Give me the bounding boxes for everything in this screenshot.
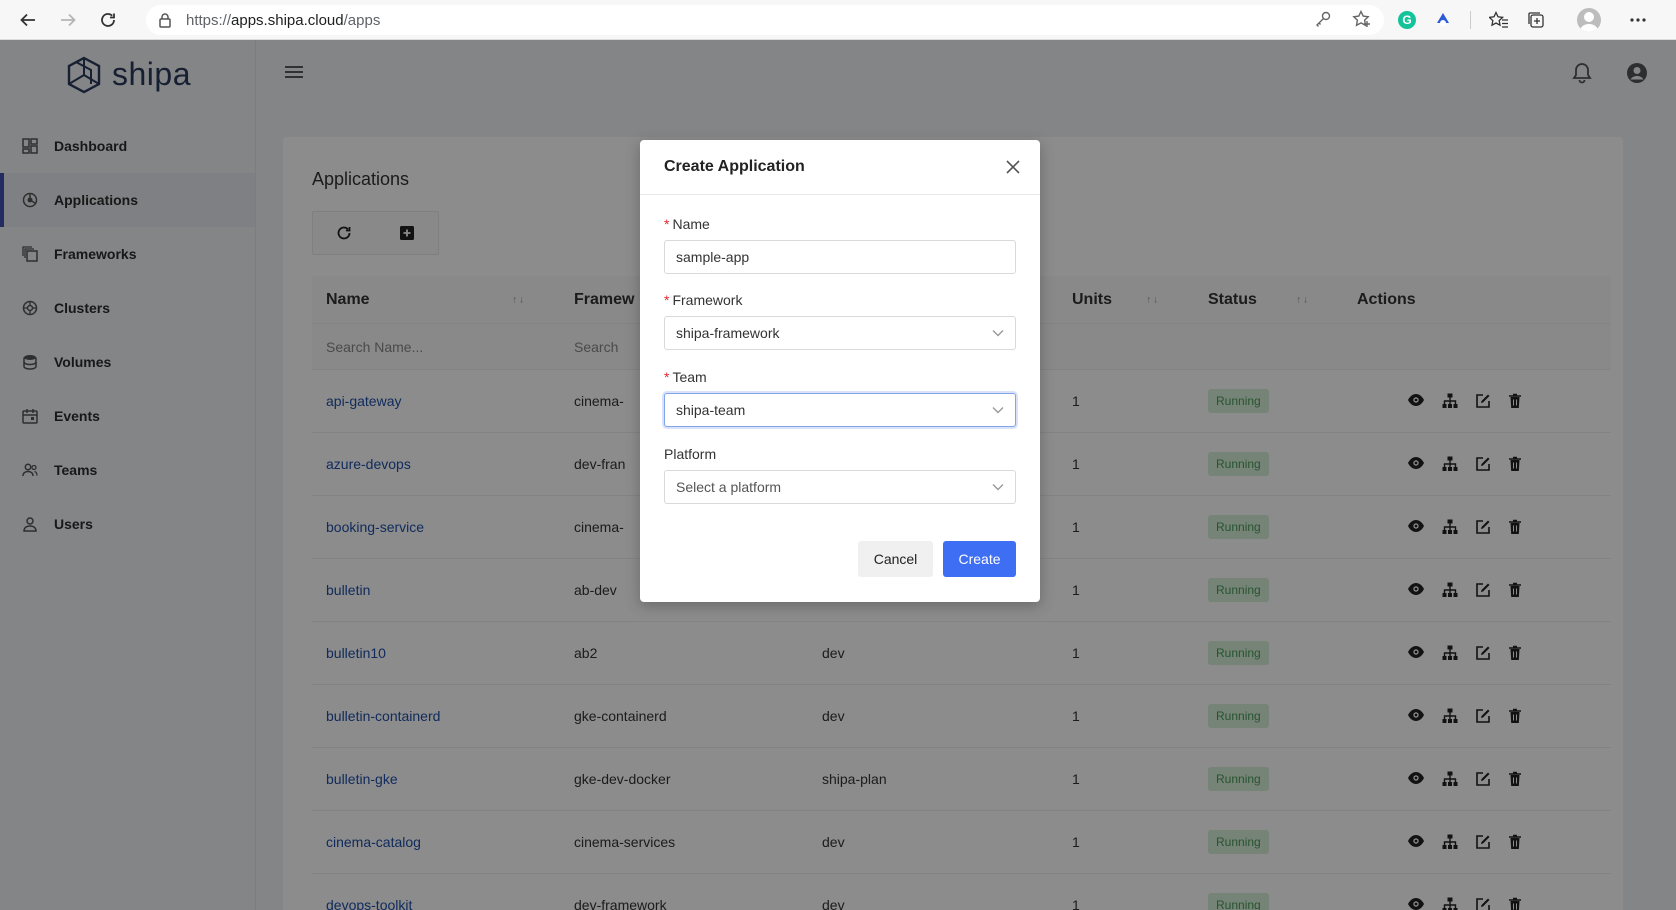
arrow-left-icon [20,13,35,26]
arrow-right-icon [61,13,76,26]
more-options-icon[interactable] [1629,17,1647,23]
name-label: * Name [664,216,710,232]
grammarly-extension-icon[interactable]: G [1398,11,1416,29]
name-input[interactable]: sample-app [664,240,1016,274]
framework-label: * Framework [664,292,743,308]
framework-field: * Framework shipa-framework [664,292,1016,350]
forward-button[interactable] [48,0,88,40]
back-button[interactable] [8,0,48,40]
reload-button[interactable] [88,0,128,40]
cancel-button[interactable]: Cancel [858,541,933,577]
collections-icon[interactable] [1527,11,1545,29]
favorite-add-icon[interactable] [1352,10,1372,28]
extension-icon[interactable] [1434,11,1452,29]
team-label: * Team [664,369,707,385]
create-application-dialog: Create Application * Name sample-app * Fra… [640,140,1040,602]
chevron-down-icon [992,484,1004,491]
dialog-title: Create Application [664,158,805,175]
address-bar[interactable]: https://apps.shipa.cloud/apps [146,5,1384,35]
url-text: https://apps.shipa.cloud/apps [186,11,381,29]
profile-avatar-icon[interactable] [1577,8,1601,32]
platform-field: Platform Select a platform [664,446,1016,504]
key-icon[interactable] [1314,10,1332,28]
favorites-icon[interactable] [1489,11,1509,29]
framework-select[interactable]: shipa-framework [664,316,1016,350]
browser-toolbar: https://apps.shipa.cloud/apps G [0,0,1676,40]
platform-select[interactable]: Select a platform [664,470,1016,504]
toolbar-divider [1470,11,1471,29]
reload-icon [101,12,115,27]
chevron-down-icon [992,330,1004,337]
name-field: * Name sample-app [664,216,1016,274]
platform-label: Platform [664,446,717,462]
team-field: * Team shipa-team [664,369,1016,427]
chevron-down-icon [992,407,1004,414]
lock-icon [158,12,172,28]
team-select[interactable]: shipa-team [664,393,1016,427]
close-icon[interactable] [1006,160,1020,174]
dialog-header: Create Application [640,140,1040,195]
create-button[interactable]: Create [943,541,1016,577]
